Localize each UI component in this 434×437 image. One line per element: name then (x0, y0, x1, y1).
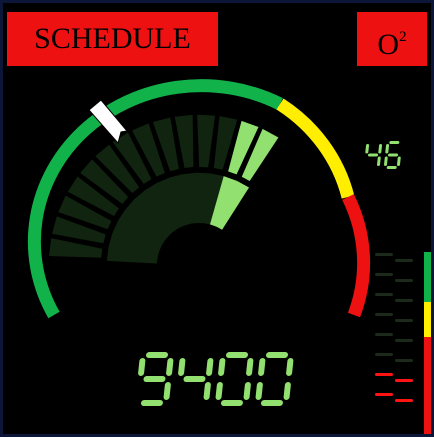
side-meter-bar (375, 293, 393, 296)
side-meter-red-zone (424, 337, 431, 434)
gauge-display (27, 79, 431, 434)
side-meter-bar (395, 339, 413, 342)
side-meter-bar (375, 273, 393, 276)
radial-segment (197, 114, 216, 168)
side-value-readout (365, 141, 401, 169)
side-meter-green-zone (424, 252, 431, 302)
side-readout-digit (384, 141, 401, 169)
side-meter-bar (395, 379, 413, 382)
side-meter-bar (395, 399, 413, 402)
main-readout-digit (178, 358, 214, 400)
side-meter-bar (395, 299, 413, 302)
main-value-readout (138, 352, 294, 406)
gauge-arc-yellow (276, 98, 355, 199)
side-meter-bar (395, 279, 413, 282)
side-meter-bar (375, 373, 393, 376)
side-meter-bar (375, 253, 393, 256)
side-meter-bar (395, 319, 413, 322)
side-meter-bar (395, 359, 413, 362)
side-readout-digit (365, 144, 383, 166)
side-meter-bar (375, 333, 393, 336)
side-meter-bar (395, 259, 413, 262)
main-readout-digit (138, 352, 174, 406)
main-readout-digit (215, 352, 254, 406)
side-meter-yellow-zone (424, 302, 431, 337)
main-readout-digit (255, 352, 294, 406)
side-meter-bar (375, 393, 393, 396)
side-meter-bars (375, 253, 413, 402)
radial-segment (174, 114, 194, 168)
side-meter-bar (375, 353, 393, 356)
side-meter-bar (375, 313, 393, 316)
gauge-arc-red (342, 194, 371, 318)
dashboard-screen: SCHEDULE O2 (3, 3, 431, 434)
